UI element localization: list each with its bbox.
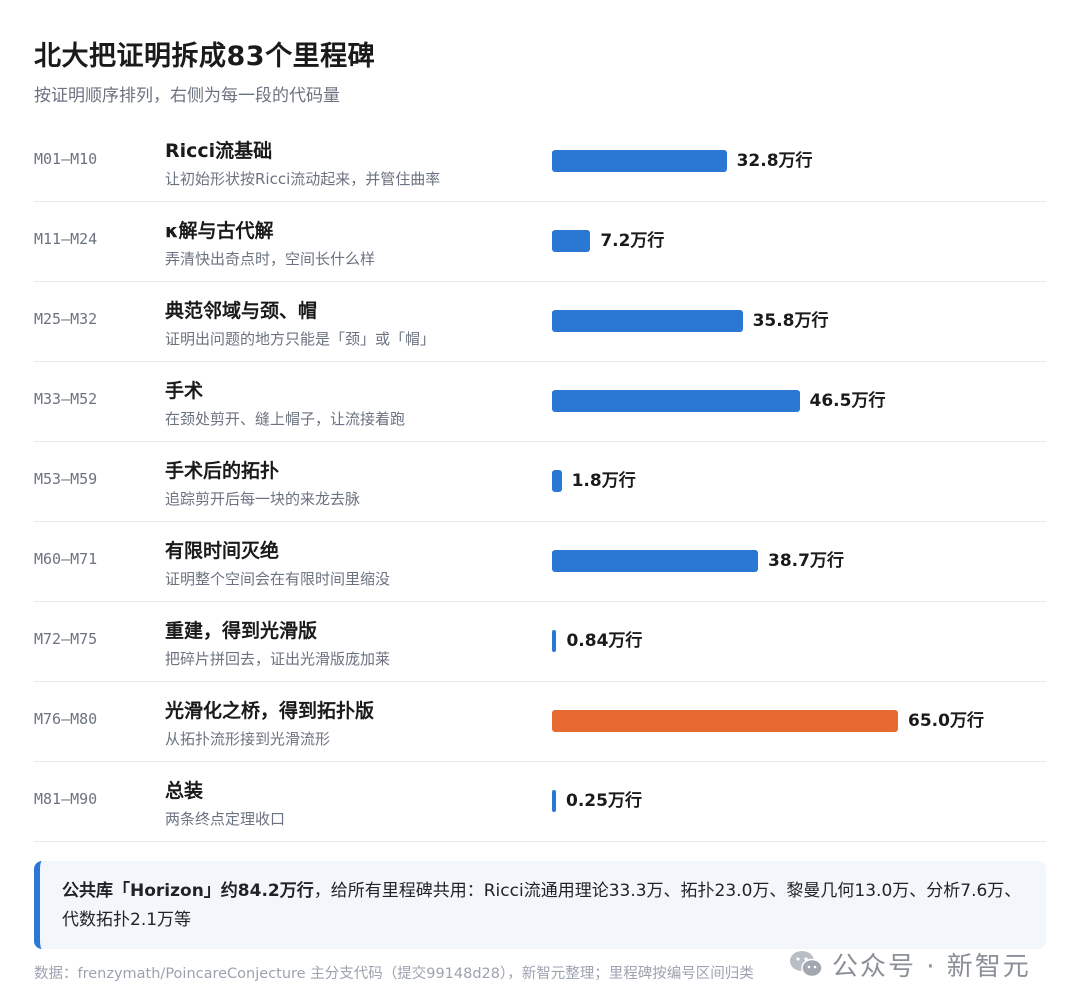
code-size-value-label: 38.7万行	[768, 551, 844, 571]
milestone-description: 追踪剪开后每一块的来龙去脉	[165, 490, 361, 508]
wechat-icon	[790, 951, 823, 978]
milestone-range-label: M11–M24	[34, 230, 98, 248]
milestone-range-label: M76–M80	[34, 710, 98, 728]
code-size-bar	[552, 230, 591, 252]
chart-row: M81–M90 总装两条终点定理收口 0.25万行	[34, 762, 1046, 842]
milestone-range-label: M33–M52	[34, 390, 98, 408]
milestone-description: 把碎片拼回去，证出光滑版庞加莱	[165, 650, 391, 668]
page-title: 北大把证明拆成83个里程碑	[34, 41, 376, 72]
milestone-name: 光滑化之桥，得到拓扑版	[165, 700, 375, 722]
code-size-value-label: 32.8万行	[736, 151, 813, 171]
note-bold-text: 公共库「Horizon」约84.2万行	[62, 881, 314, 901]
milestone-name: 手术	[165, 380, 204, 402]
code-size-bar	[552, 470, 562, 492]
code-size-bar	[552, 390, 800, 412]
milestone-description: 从拓扑流形接到光滑流形	[165, 730, 331, 748]
milestone-name: Ricci流基础	[165, 140, 273, 162]
chart-row: M11–M24 κ解与古代解弄清快出奇点时，空间长什么样 7.2万行	[34, 202, 1046, 282]
page-subtitle: 按证明顺序排列，右侧为每一段的代码量	[34, 86, 340, 106]
milestone-description: 证明整个空间会在有限时间里缩没	[165, 570, 391, 588]
milestone-description: 证明出问题的地方只能是「颈」或「帽」	[165, 330, 436, 348]
milestone-bar-chart: M01–M10 Ricci流基础让初始形状按Ricci流动起来，并管住曲率 32.8…	[34, 122, 1046, 842]
milestone-description: 在颈处剪开、缝上帽子，让流接着跑	[165, 410, 406, 428]
milestone-name: 重建，得到光滑版	[165, 620, 318, 642]
milestone-range-label: M60–M71	[34, 550, 98, 568]
code-size-value-label: 0.84万行	[566, 631, 643, 651]
code-size-value-label: 0.25万行	[566, 791, 642, 811]
code-size-bar	[552, 550, 758, 572]
milestone-name: κ解与古代解	[165, 220, 274, 242]
watermark: 公众号 · 新智元	[788, 944, 1031, 984]
milestone-name: 总装	[165, 780, 204, 802]
code-size-bar	[552, 310, 743, 332]
horizon-library-note: 公共库「Horizon」约84.2万行，给所有里程碑共用：Ricci流通用理论3…	[34, 861, 1046, 949]
milestone-name: 手术后的拓扑	[165, 460, 280, 482]
source-caption: 数据：frenzymath/PoincareConjecture 主分支代码（提…	[34, 966, 754, 982]
code-size-value-label: 35.8万行	[752, 311, 829, 331]
code-size-value-label: 7.2万行	[600, 231, 665, 251]
chart-row: M01–M10 Ricci流基础让初始形状按Ricci流动起来，并管住曲率 32.8…	[34, 122, 1046, 202]
chart-row: M72–M75 重建，得到光滑版把碎片拼回去，证出光滑版庞加莱 0.84万行	[34, 602, 1046, 682]
chart-row: M33–M52 手术在颈处剪开、缝上帽子，让流接着跑 46.5万行	[34, 362, 1046, 442]
milestone-range-label: M81–M90	[34, 790, 98, 808]
code-size-bar	[552, 150, 727, 172]
milestone-range-label: M01–M10	[34, 150, 98, 168]
code-size-value-label: 1.8万行	[571, 471, 636, 491]
code-size-value-label: 65.0万行	[908, 711, 984, 731]
watermark-text: 公众号 · 新智元	[832, 951, 1031, 982]
code-size-bar	[552, 630, 557, 652]
milestone-description: 两条终点定理收口	[165, 810, 286, 828]
code-size-value-label: 46.5万行	[809, 391, 886, 411]
milestone-description: 让初始形状按Ricci流动起来，并管住曲率	[165, 170, 441, 188]
chart-row: M53–M59 手术后的拓扑追踪剪开后每一块的来龙去脉 1.8万行	[34, 442, 1046, 522]
milestone-range-label: M72–M75	[34, 630, 98, 648]
milestone-description: 弄清快出奇点时，空间长什么样	[165, 250, 376, 268]
milestone-range-label: M25–M32	[34, 310, 98, 328]
milestone-name: 有限时间灭绝	[165, 540, 280, 562]
chart-row: M76–M80 光滑化之桥，得到拓扑版从拓扑流形接到光滑流形 65.0万行	[34, 682, 1046, 762]
chart-row: M60–M71 有限时间灭绝证明整个空间会在有限时间里缩没 38.7万行	[34, 522, 1046, 602]
code-size-bar	[552, 710, 898, 732]
chart-row: M25–M32 典范邻域与颈、帽证明出问题的地方只能是「颈」或「帽」 35.8万行	[34, 282, 1046, 362]
milestone-range-label: M53–M59	[34, 470, 98, 488]
milestone-name: 典范邻域与颈、帽	[165, 300, 318, 322]
code-size-bar	[552, 790, 556, 812]
